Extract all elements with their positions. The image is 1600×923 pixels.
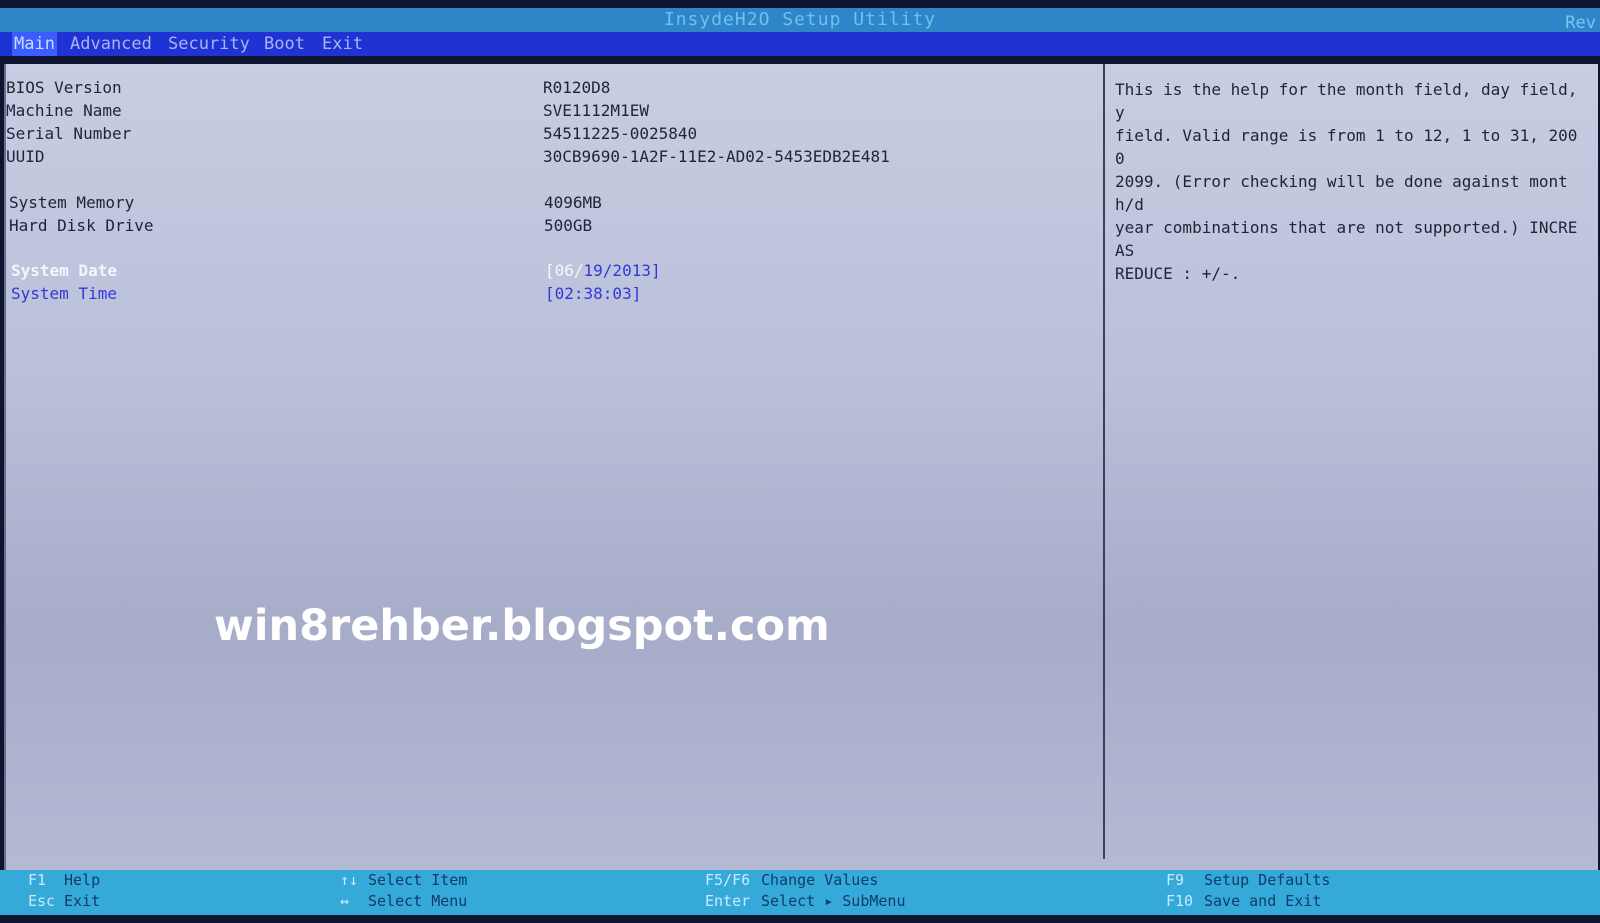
- key-hints-col2: ↑↓ Select Item ↔ Select Menu: [340, 870, 467, 912]
- watermark-text: win8rehber.blogspot.com: [214, 601, 830, 651]
- info-value: SVE1112M1EW: [543, 101, 649, 120]
- menu-security[interactable]: Security: [166, 32, 252, 56]
- menu-boot[interactable]: Boot: [262, 32, 307, 56]
- key-esc-desc: Exit: [64, 892, 101, 910]
- info-label: System Memory: [9, 193, 135, 212]
- key-hints-col4: F9 Setup Defaults F10 Save and Exit: [1166, 870, 1330, 912]
- key-f1-desc: Help: [64, 871, 101, 889]
- key-enter-desc: Select ▸ SubMenu: [761, 892, 906, 910]
- revision-label: Rev: [1565, 13, 1596, 33]
- settings-panel: BIOS Version R0120D8 Machine Name SVE111…: [6, 64, 1105, 859]
- help-text: This is the help for the month field, da…: [1115, 80, 1578, 283]
- system-time-label: System Time: [11, 284, 117, 303]
- system-date-day-year[interactable]: 19/2013]: [584, 261, 661, 280]
- info-label: Hard Disk Drive: [9, 216, 154, 235]
- info-label: UUID: [6, 147, 45, 166]
- key-f1: F1: [28, 871, 47, 889]
- system-date-label: System Date: [11, 261, 117, 280]
- key-enter: Enter: [705, 892, 751, 910]
- menu-bar: Main Advanced Security Boot Exit: [0, 32, 1600, 56]
- menu-main[interactable]: Main: [12, 32, 57, 56]
- key-up-down-desc: Select Item: [368, 871, 468, 889]
- system-time-value[interactable]: [02:38:03]: [545, 284, 641, 303]
- key-f10: F10: [1166, 892, 1194, 910]
- system-date-value[interactable]: [06/19/2013]: [545, 261, 661, 280]
- info-value: 4096MB: [544, 193, 602, 212]
- info-value: 500GB: [544, 216, 593, 235]
- info-label: Serial Number: [6, 124, 132, 143]
- key-esc: Esc: [28, 892, 56, 910]
- title-bar: InsydeH2O Setup Utility Rev: [0, 8, 1600, 33]
- menu-advanced[interactable]: Advanced: [68, 32, 154, 56]
- key-hint-bar: F1 Help Esc Exit ↑↓ Select Item ↔ Select Men…: [0, 870, 1600, 915]
- key-f5-f6: F5/F6: [705, 871, 751, 889]
- key-hints-col1: F1 Help Esc Exit: [28, 870, 100, 912]
- main-panel: BIOS Version R0120D8 Machine Name SVE111…: [4, 64, 1598, 871]
- info-label: Machine Name: [6, 101, 122, 120]
- help-panel: This is the help for the month field, da…: [1105, 64, 1598, 859]
- window-title: InsydeH2O Setup Utility: [663, 9, 937, 30]
- key-f9: F9: [1166, 871, 1185, 889]
- key-up-down: ↑↓: [340, 871, 359, 889]
- key-f10-desc: Save and Exit: [1204, 892, 1322, 910]
- key-f5-f6-desc: Change Values: [761, 871, 879, 889]
- info-label: BIOS Version: [6, 78, 122, 97]
- menu-exit[interactable]: Exit: [320, 32, 365, 56]
- key-hints-col3: F5/F6 Change Values Enter Select ▸ SubMenu: [705, 870, 906, 912]
- key-f9-desc: Setup Defaults: [1204, 871, 1331, 889]
- info-value: 30CB9690-1A2F-11E2-AD02-5453EDB2E481: [543, 147, 890, 166]
- bios-screen: InsydeH2O Setup Utility Rev Main Advance…: [0, 0, 1600, 923]
- key-left-right-desc: Select Menu: [368, 892, 468, 910]
- info-value: 54511225-0025840: [543, 124, 698, 143]
- info-value: R0120D8: [543, 78, 611, 97]
- system-date-month[interactable]: [06/: [545, 261, 584, 280]
- key-left-right: ↔: [340, 892, 350, 910]
